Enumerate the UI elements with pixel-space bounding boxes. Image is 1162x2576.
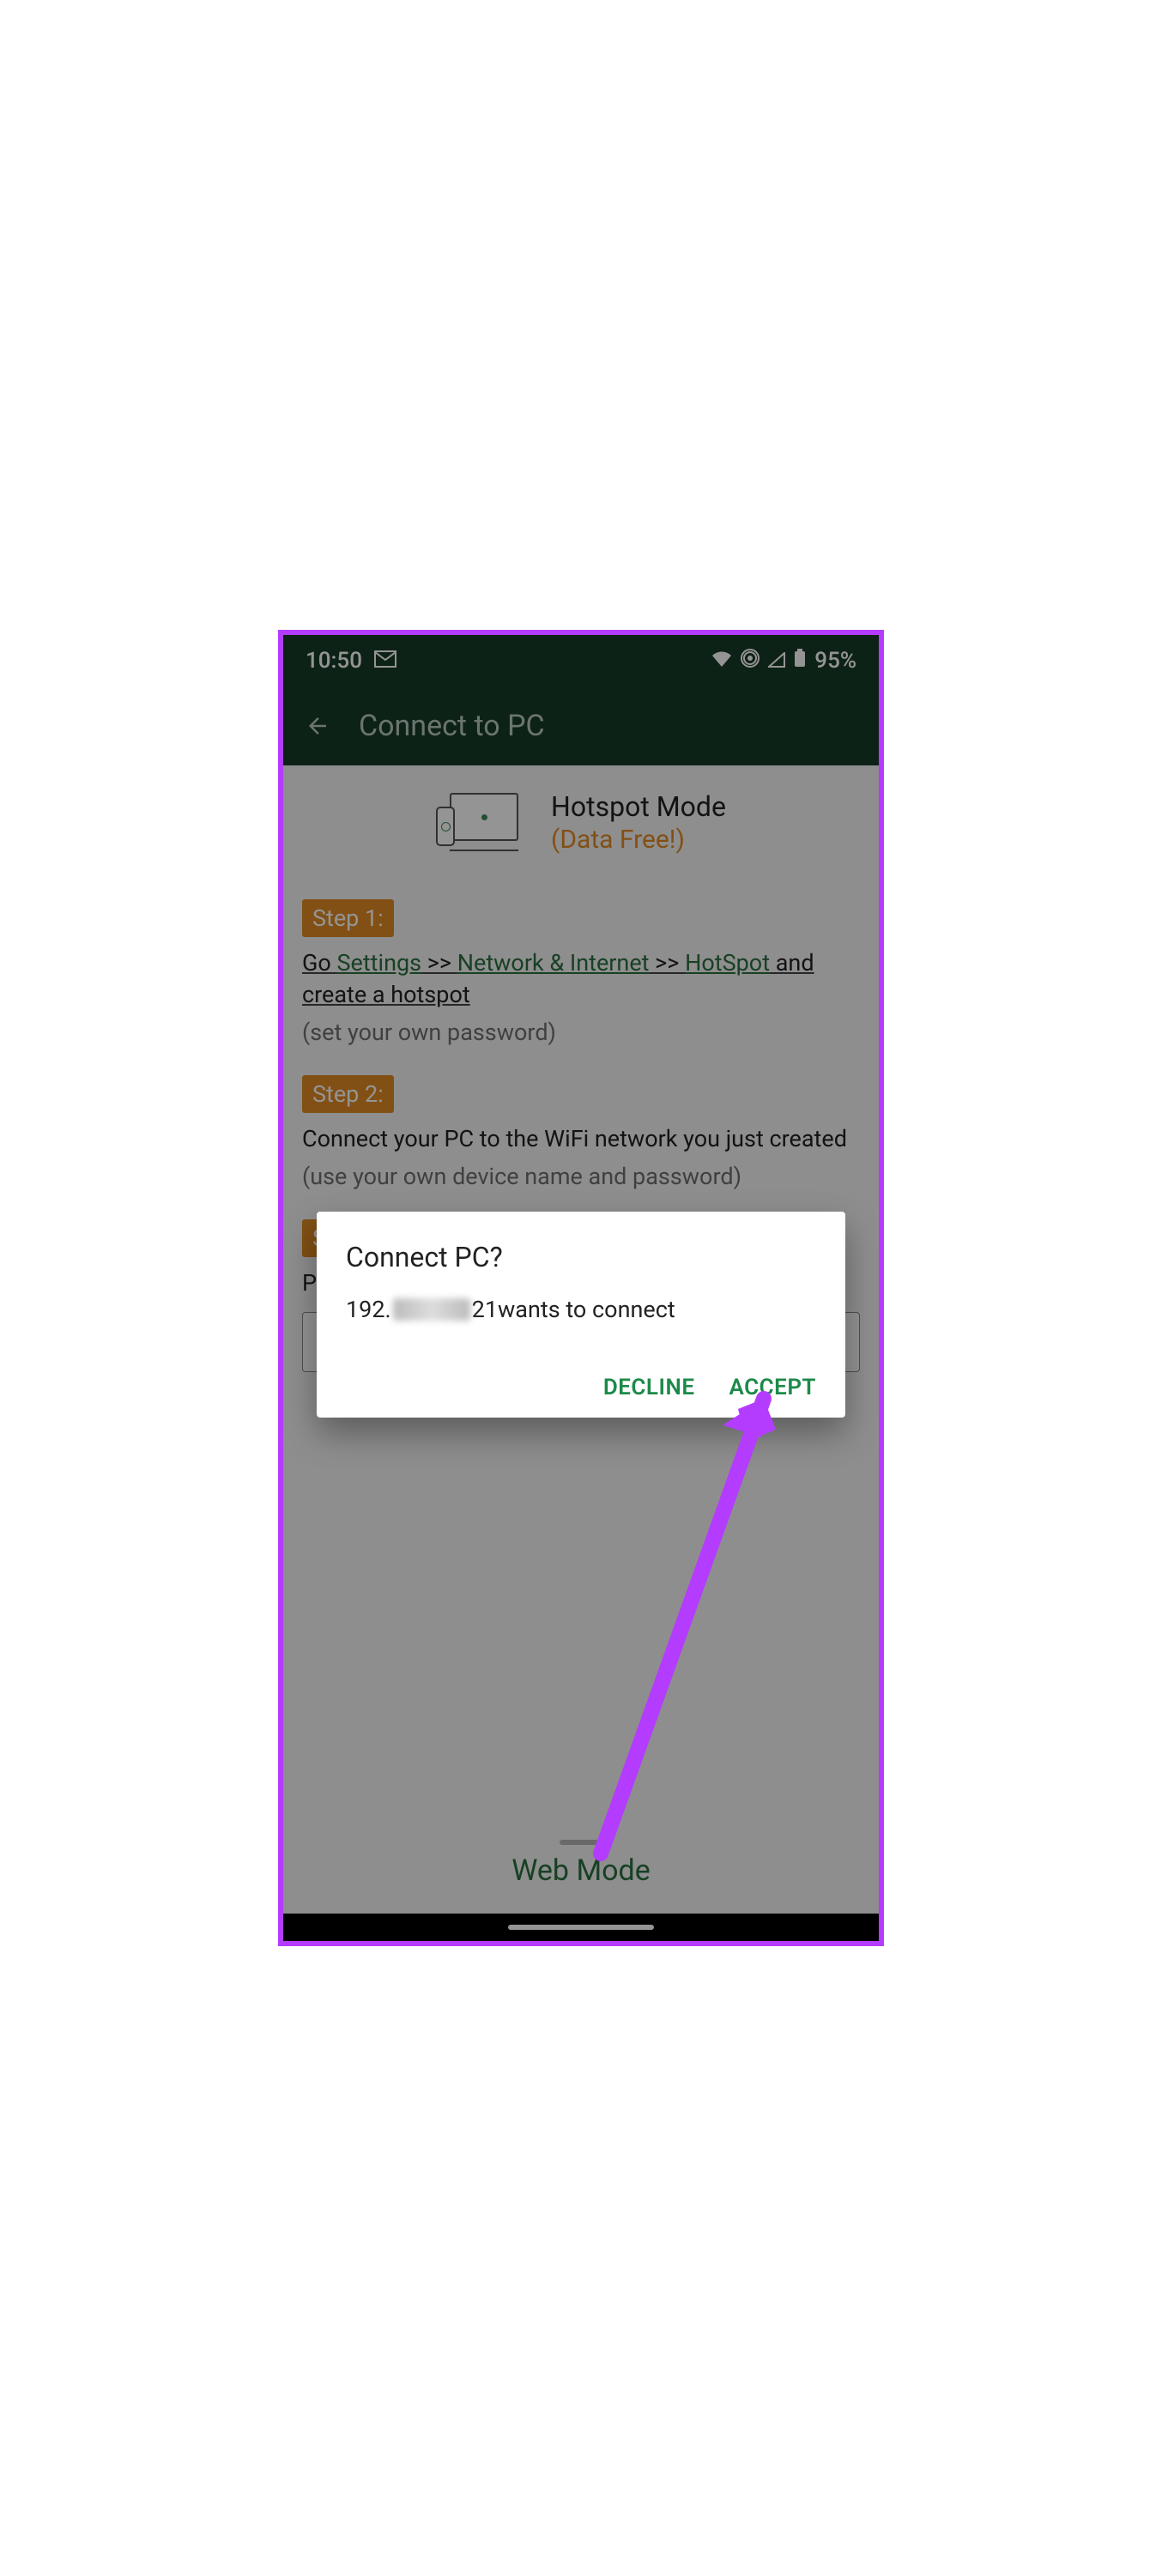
accept-button[interactable]: ACCEPT	[729, 1375, 816, 1400]
decline-button[interactable]: DECLINE	[603, 1375, 695, 1400]
dialog-ip-redacted	[393, 1298, 470, 1321]
screen: 10:50 95%	[283, 635, 879, 1941]
dialog-message: 192. 21 wants to connect	[346, 1296, 816, 1323]
connect-pc-dialog: Connect PC? 192. 21 wants to connect DEC…	[317, 1212, 845, 1418]
dialog-ip-suffix: 21	[472, 1296, 498, 1323]
device-frame: 10:50 95%	[278, 630, 884, 1946]
dialog-title: Connect PC?	[346, 1241, 816, 1273]
dialog-msg-suffix: wants to connect	[498, 1296, 675, 1323]
dialog-ip-prefix: 192.	[346, 1296, 391, 1323]
